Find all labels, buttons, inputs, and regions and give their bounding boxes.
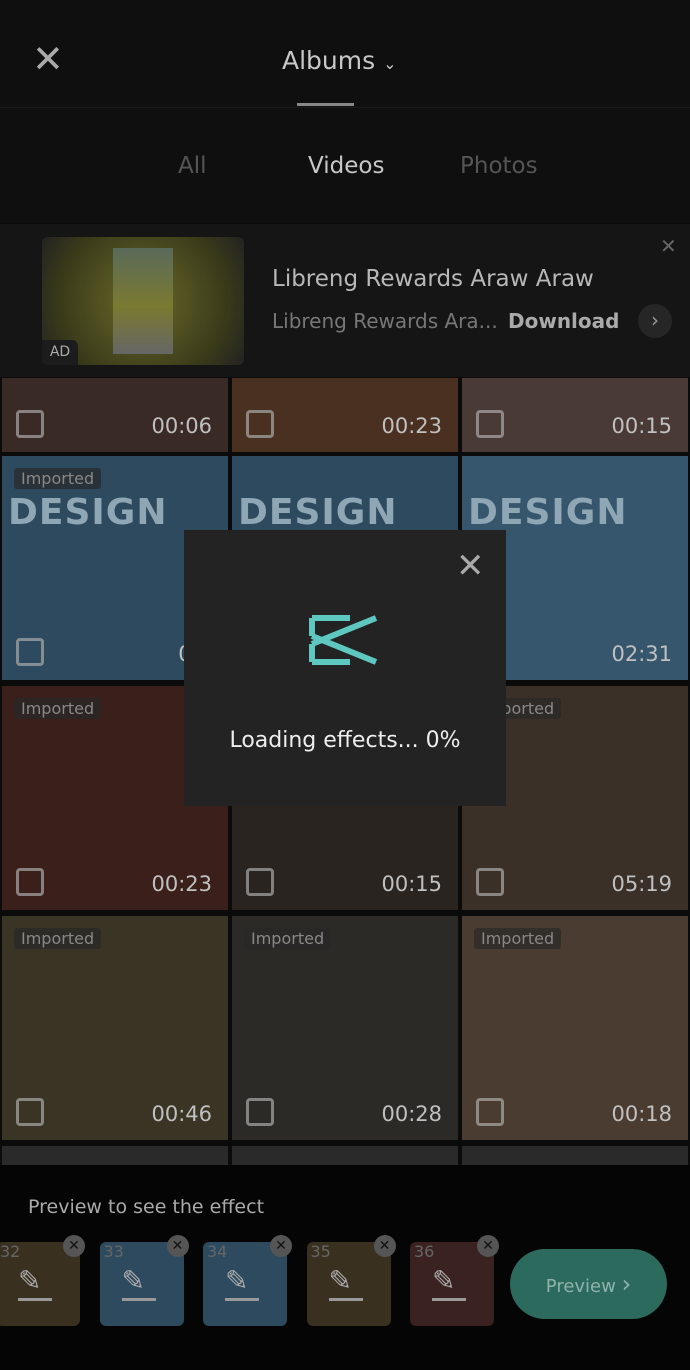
thumbnail-text: DESIGN	[468, 492, 628, 533]
edit-underline	[18, 1298, 52, 1301]
chevron-right-icon[interactable]: ›	[638, 304, 672, 338]
duration: 02:31	[611, 642, 672, 666]
tab-videos[interactable]: Videos	[308, 153, 384, 179]
ad-download-button[interactable]: Download	[508, 309, 619, 333]
expand-icon[interactable]	[246, 868, 274, 896]
remove-clip-icon[interactable]: ✕	[477, 1235, 499, 1257]
video-thumbnail[interactable]	[232, 1146, 458, 1165]
duration: 00:15	[381, 872, 442, 896]
video-thumbnail[interactable]: 00:15	[462, 378, 688, 452]
expand-icon[interactable]	[16, 410, 44, 438]
expand-icon[interactable]	[16, 868, 44, 896]
duration: 05:19	[611, 872, 672, 896]
edit-underline	[225, 1298, 259, 1301]
duration: 00:15	[611, 414, 672, 438]
edit-icon[interactable]: ✎	[432, 1264, 455, 1297]
ad-title: Libreng Rewards Araw Araw	[272, 266, 594, 292]
edit-icon[interactable]: ✎	[225, 1264, 248, 1297]
duration: 00:23	[381, 414, 442, 438]
video-thumbnail[interactable]: Imported 00:18	[462, 916, 688, 1140]
edit-icon[interactable]: ✎	[329, 1264, 352, 1297]
imported-badge: Imported	[14, 468, 102, 489]
edit-icon[interactable]: ✎	[122, 1264, 145, 1297]
tab-photos[interactable]: Photos	[460, 153, 538, 179]
imported-badge: Imported	[474, 928, 562, 949]
imported-badge: Imported	[244, 928, 332, 949]
video-thumbnail[interactable]: 00:23	[232, 378, 458, 452]
duration: 00:18	[611, 1102, 672, 1126]
video-thumbnail[interactable]	[462, 1146, 688, 1165]
preview-hint: Preview to see the effect	[28, 1196, 265, 1218]
duration: 00:28	[381, 1102, 442, 1126]
expand-icon[interactable]	[476, 868, 504, 896]
imported-badge: Imported	[14, 698, 102, 719]
duration: 00:06	[151, 414, 212, 438]
clip-number: 34	[207, 1242, 228, 1261]
preview-button[interactable]: Preview ›	[510, 1249, 667, 1319]
edit-underline	[432, 1298, 466, 1301]
remove-clip-icon[interactable]: ✕	[270, 1235, 292, 1257]
ad-badge: AD	[42, 340, 78, 365]
remove-clip-icon[interactable]: ✕	[166, 1235, 189, 1257]
video-thumbnail[interactable]	[2, 1146, 228, 1165]
chevron-down-icon: ⌄	[383, 54, 397, 73]
ad-subtitle: Libreng Rewards Ara...	[272, 309, 498, 333]
capcut-logo-icon	[309, 615, 378, 665]
edit-underline	[328, 1298, 363, 1301]
video-thumbnail[interactable]: 00:06	[2, 378, 228, 452]
video-thumbnail[interactable]: Imported 00:28	[232, 916, 458, 1140]
media-tabs: All Videos Photos	[0, 108, 690, 223]
tab-all[interactable]: All	[178, 153, 207, 179]
edit-icon[interactable]: ✎	[18, 1264, 41, 1297]
thumbnail-text: DESIGN	[238, 492, 398, 533]
ad-close-icon[interactable]: ✕	[660, 234, 677, 258]
thumbnail-text: DESIGN	[8, 492, 168, 533]
remove-clip-icon[interactable]: ✕	[373, 1235, 396, 1257]
ad-image	[113, 248, 173, 354]
duration: 00:23	[151, 872, 212, 896]
expand-icon[interactable]	[476, 410, 504, 438]
albums-underline	[297, 103, 354, 106]
expand-icon[interactable]	[246, 1098, 274, 1126]
clip-number: 35	[310, 1242, 331, 1261]
duration: 00:46	[151, 1102, 212, 1126]
dialog-close-icon[interactable]: ✕	[456, 546, 485, 586]
close-icon[interactable]: ✕	[32, 40, 64, 78]
clip-number: 36	[414, 1242, 435, 1261]
video-thumbnail[interactable]: Imported 00:46	[2, 916, 228, 1140]
expand-icon[interactable]	[476, 1098, 504, 1126]
preview-label: Preview	[545, 1276, 616, 1297]
clip-number: 32	[0, 1242, 21, 1261]
expand-icon[interactable]	[16, 638, 44, 666]
chevron-right-icon: ›	[621, 1270, 632, 1298]
edit-underline	[121, 1298, 156, 1301]
clip-number: 33	[103, 1242, 124, 1261]
albums-label: Albums	[282, 46, 376, 75]
loading-text: Loading effects... 0%	[229, 728, 461, 753]
expand-icon[interactable]	[16, 1098, 44, 1126]
expand-icon[interactable]	[246, 410, 274, 438]
imported-badge: Imported	[14, 928, 102, 949]
remove-clip-icon[interactable]: ✕	[63, 1235, 85, 1257]
albums-dropdown[interactable]: Albums ⌄	[282, 46, 397, 75]
